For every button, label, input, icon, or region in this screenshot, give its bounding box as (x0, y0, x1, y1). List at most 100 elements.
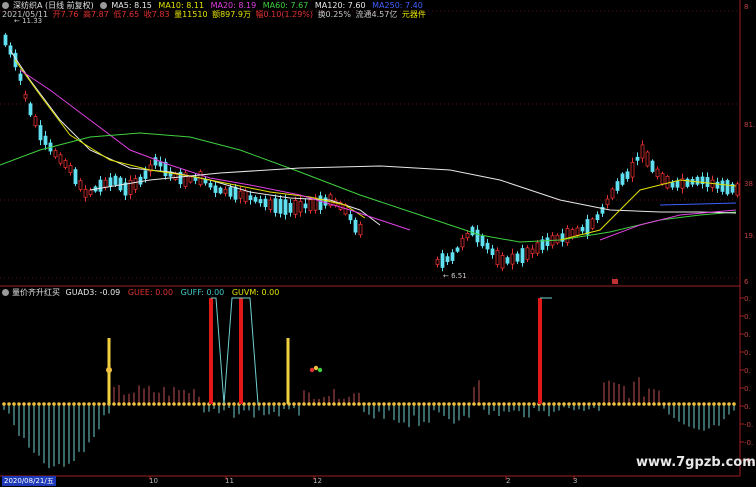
zero-line-dot (77, 402, 81, 406)
zero-line-dot (372, 402, 376, 406)
gear-icon[interactable] (2, 2, 9, 9)
zero-line-dot (267, 402, 271, 406)
candle-body (440, 253, 445, 268)
candle-body (475, 229, 480, 243)
zero-line-dot (347, 402, 351, 406)
zero-line-dot (532, 402, 536, 406)
candle-body (358, 224, 363, 236)
candle-body (575, 227, 580, 236)
stock-chart[interactable] (0, 0, 756, 487)
candle-body (218, 187, 223, 194)
quote-float-cap: 流通4.57亿 (355, 10, 398, 19)
candle-body (595, 214, 600, 221)
zero-line-dot (382, 402, 386, 406)
candle-body (605, 198, 610, 205)
candle-body (318, 195, 323, 210)
stock-title[interactable]: 深纺织A (日线 前复权) (13, 1, 94, 10)
zero-line-dot (122, 402, 126, 406)
candle-body (78, 180, 83, 190)
candle-body (515, 253, 520, 262)
zero-line-dot (62, 402, 66, 406)
zero-line-dot (662, 402, 666, 406)
zero-line-dot (397, 402, 401, 406)
zero-line-dot (187, 402, 191, 406)
candle-body (705, 177, 710, 187)
candle-body (303, 203, 308, 209)
zero-line-dot (582, 402, 586, 406)
zero-line-dot (297, 402, 301, 406)
quote-change: 幅0.10(1.29%) (255, 10, 314, 19)
signal-dot (106, 367, 112, 373)
zero-line-dot (627, 402, 631, 406)
zero-line-dot (652, 402, 656, 406)
candle-body (610, 188, 615, 199)
candle-body (495, 249, 500, 266)
ma20-label: MA20: 8.19 (210, 1, 257, 10)
zero-line-dot (642, 402, 646, 406)
zero-line-dot (272, 402, 276, 406)
quote-turnover: 换0.25% (317, 10, 351, 19)
zero-line-dot (137, 402, 141, 406)
zero-line-dot (717, 402, 721, 406)
signal-dot (309, 367, 315, 373)
ma250-label: MA250: 7.40 (372, 1, 423, 10)
zero-line-dot (47, 402, 51, 406)
candle-body (655, 168, 660, 177)
axis-label-top-1: 8 (744, 3, 749, 11)
zero-line-dot (112, 402, 116, 406)
zero-line-dot (362, 402, 366, 406)
candle-body (98, 179, 103, 192)
candle-body (208, 182, 213, 188)
zero-line-dot (442, 402, 446, 406)
candle-body (695, 176, 700, 185)
candle-body (258, 199, 263, 204)
zero-line-dot (522, 402, 526, 406)
candle-body (590, 218, 595, 229)
zero-line-dot (402, 402, 406, 406)
signal-dot (313, 365, 319, 371)
watermark: www.7gpzb.com (636, 455, 756, 470)
price-low-value: 6.51 (451, 272, 467, 280)
red-buy-bar (209, 298, 213, 404)
zero-line-dot (337, 402, 341, 406)
candle-body (18, 73, 23, 81)
settings-icon[interactable] (100, 2, 108, 9)
zero-line-dot (312, 402, 316, 406)
axis-label-bottom-7: 0. (744, 403, 751, 411)
candle-body (720, 180, 725, 192)
zero-line-dot (467, 402, 471, 406)
indicator-name[interactable]: 量价齐升红买 (12, 288, 60, 297)
quote-open: 开7.76 (52, 10, 79, 19)
ma20-line-right (599, 209, 737, 241)
candle-body (73, 169, 78, 185)
zero-line-dot (592, 402, 596, 406)
indicator-gear-icon[interactable] (2, 289, 9, 296)
current-date-box: 2020/08/21/五 (2, 476, 56, 486)
axis-label-bottom-4: 0. (744, 349, 751, 357)
zero-line-dot (407, 402, 411, 406)
zero-line-dot (177, 402, 181, 406)
time-axis[interactable]: 2020/08/21/五 10 11 12 2 3 (0, 476, 740, 487)
candle-body (283, 199, 288, 215)
zero-line-dot (27, 402, 31, 406)
red-buy-bar (538, 298, 542, 404)
candle-body (530, 248, 535, 255)
ma10-label: MA10: 8.11 (158, 1, 205, 10)
price-high-value: 11.33 (22, 17, 43, 25)
axis-label-bottom-9: -0. (744, 439, 754, 447)
candle-body (470, 226, 475, 236)
candle-body (505, 257, 510, 264)
zero-line-dot (147, 402, 151, 406)
candle-body (465, 233, 470, 239)
zero-line-dot (677, 402, 681, 406)
zero-line-dot (252, 402, 256, 406)
quote-close: 收7.83 (143, 10, 170, 19)
candle-body (625, 171, 630, 179)
candle-body (108, 177, 113, 187)
zero-line-dot (487, 402, 491, 406)
zero-line-dot (692, 402, 696, 406)
zero-line-dot (557, 402, 561, 406)
candle-body (308, 199, 313, 211)
zero-line-dot (602, 402, 606, 406)
candle-body (3, 34, 8, 46)
